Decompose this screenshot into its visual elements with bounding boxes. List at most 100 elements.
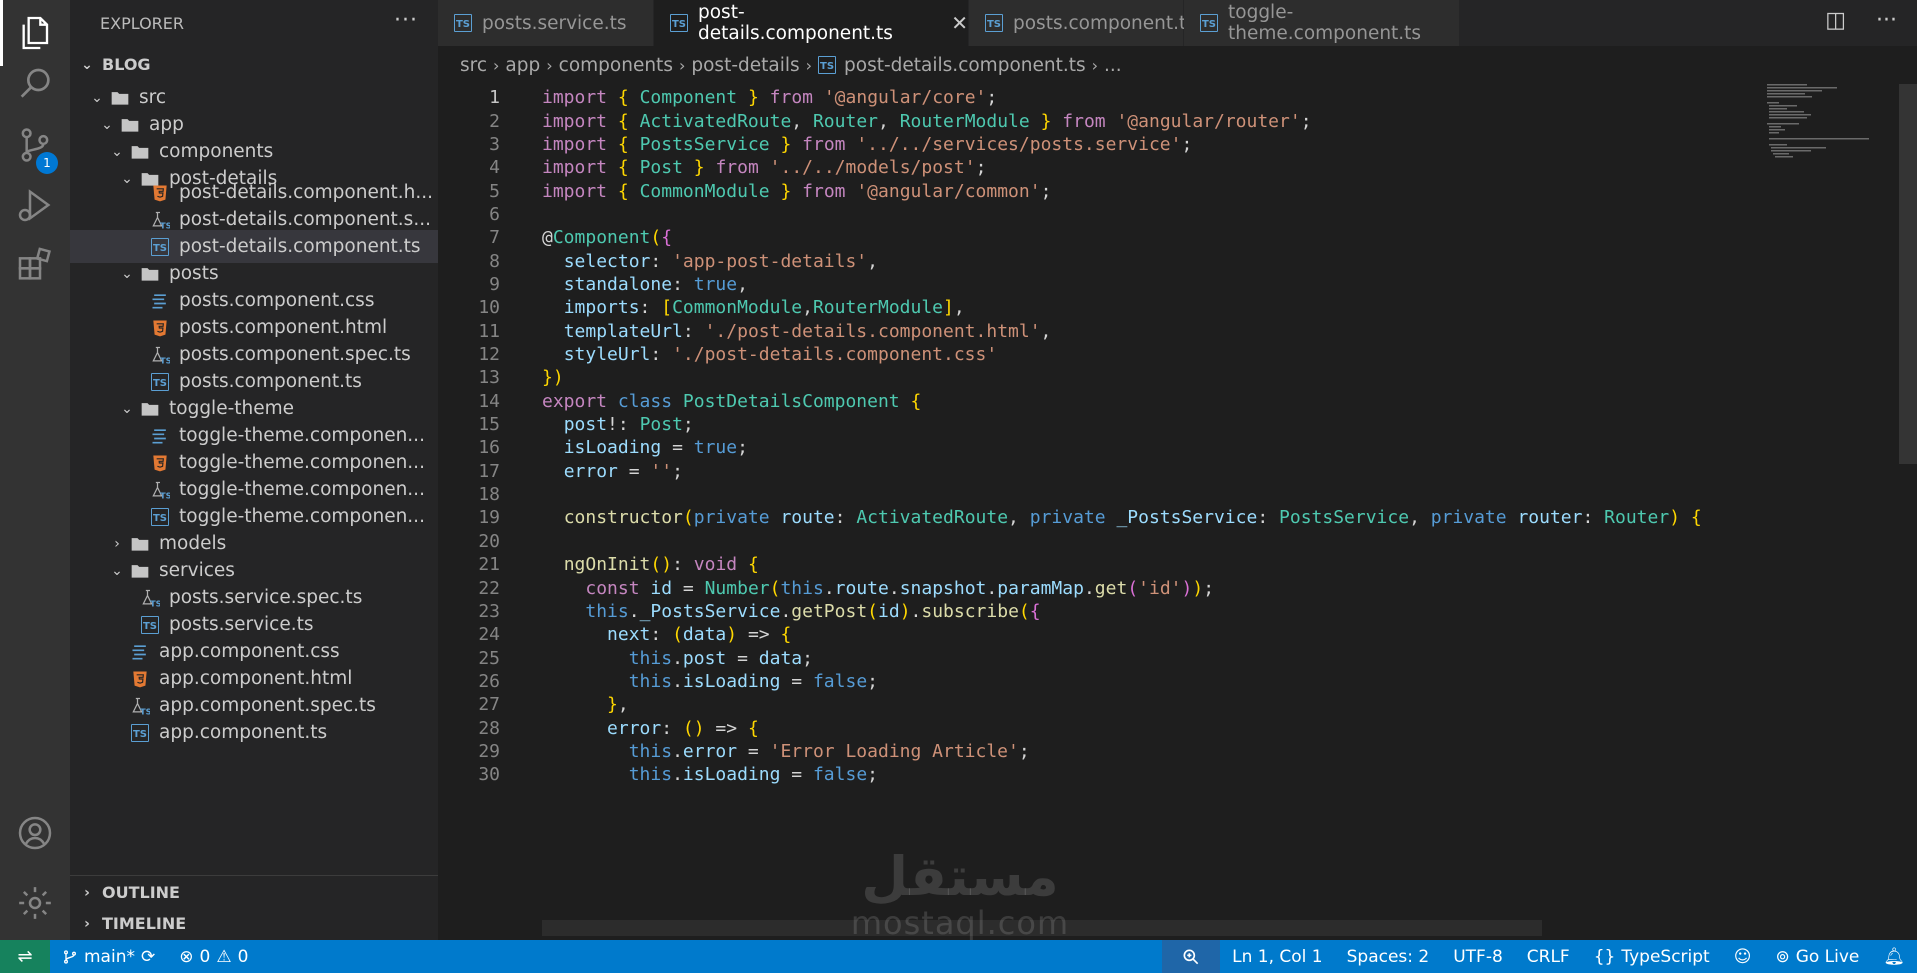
code-line[interactable]: 30 this.isLoading = false; (438, 763, 1778, 786)
chevron-right-icon: › (114, 535, 120, 552)
split-editor-icon[interactable]: ◫ (1825, 8, 1846, 33)
code-line[interactable]: 26 this.isLoading = false; (438, 670, 1778, 693)
code-line[interactable]: 11 templateUrl: './post-details.componen… (438, 320, 1778, 343)
test-file-icon: TS (150, 210, 170, 230)
error-icon: ⊗ (179, 946, 194, 967)
minimap[interactable] (1767, 84, 1887, 164)
code-line[interactable]: 3 import { PostsService } from '../../ser… (438, 133, 1778, 156)
tree-item-label: posts.component.html (179, 317, 388, 338)
folder-icon (120, 115, 140, 135)
breadcrumb-item[interactable]: components (559, 55, 673, 76)
code-line[interactable]: 13}) (438, 366, 1778, 389)
cursor-position[interactable]: Ln 1, Col 1 (1220, 940, 1335, 973)
breadcrumb-item[interactable]: app (505, 55, 540, 76)
tree-item-label: post-details.component.s... (179, 209, 431, 230)
tab-toggle-theme-component[interactable]: TS toggle-theme.component.ts (1184, 0, 1460, 46)
breadcrumb-item[interactable]: src (460, 55, 487, 76)
project-section-header[interactable]: ⌄ BLOG (70, 48, 438, 81)
settings-gear-icon[interactable] (0, 870, 70, 936)
code-line[interactable]: 12 styleUrl: './post-details.component.c… (438, 343, 1778, 366)
code-text: constructor(private route: ActivatedRout… (563, 507, 1702, 529)
file-item[interactable]: TS app.component.ts (70, 716, 438, 749)
encoding[interactable]: UTF-8 (1441, 940, 1515, 973)
code-line[interactable]: 21 ngOnInit(): void { (438, 553, 1778, 576)
branch-indicator[interactable]: main* ⟳ (50, 940, 167, 973)
line-number: 24 (478, 624, 500, 646)
line-number: 28 (478, 717, 500, 739)
problems-indicator[interactable]: ⊗ 0 ⚠ 0 (167, 940, 260, 973)
extensions-icon[interactable] (0, 232, 70, 298)
tab-post-details-component[interactable]: TS post-details.component.ts ✕ (654, 0, 969, 46)
code-line[interactable]: 9 standalone: true, (438, 273, 1778, 296)
tree-item-label: post-details.component.h... (179, 182, 434, 203)
search-icon[interactable] (0, 52, 70, 118)
code-editor[interactable]: 1 import { Component } from '@angular/cor… (438, 84, 1917, 940)
code-text: ngOnInit(): void { (563, 554, 759, 576)
code-line[interactable]: 23 this._PostsService.getPost(id).subscr… (438, 600, 1778, 623)
code-line[interactable]: 1 import { Component } from '@angular/cor… (438, 86, 1778, 109)
html-file-icon (150, 183, 170, 203)
breadcrumb-item[interactable]: ... (1104, 55, 1122, 76)
copilot-icon[interactable]: ☺ (1722, 940, 1764, 973)
scm-badge: 1 (36, 152, 58, 174)
code-text: imports: [CommonModule,RouterModule], (563, 297, 965, 319)
error-count: 0 (199, 946, 211, 967)
sync-icon[interactable]: ⟳ (141, 947, 155, 967)
code-text: standalone: true, (563, 273, 748, 295)
indentation[interactable]: Spaces: 2 (1335, 940, 1442, 973)
remote-icon[interactable]: ⇌ (0, 940, 50, 973)
more-actions-icon[interactable]: ··· (394, 8, 418, 33)
code-line[interactable]: 15 post!: Post; (438, 413, 1778, 436)
code-line[interactable]: 7 @Component({ (438, 226, 1778, 249)
folder-icon (130, 142, 150, 162)
tree-item-label: src (139, 87, 167, 108)
tree-item-label: app.component.css (159, 641, 340, 662)
more-actions-icon[interactable]: ··· (1876, 8, 1897, 33)
branch-name: main* (84, 946, 135, 967)
go-live-button[interactable]: ⊚ Go Live (1763, 940, 1871, 973)
code-line[interactable]: 16 isLoading = true; (438, 436, 1778, 459)
tab-posts-component[interactable]: TS posts.component.ts (969, 0, 1196, 46)
line-number: 16 (478, 437, 500, 459)
code-line[interactable]: 29 this.error = 'Error Loading Article'; (438, 740, 1778, 763)
code-line[interactable]: 28 error: () => { (438, 716, 1778, 739)
code-line[interactable]: 27 }, (438, 693, 1778, 716)
code-line[interactable]: 19 constructor(private route: ActivatedR… (438, 506, 1778, 529)
timeline-section[interactable]: › TIMELINE (70, 907, 438, 940)
account-icon[interactable] (0, 800, 70, 866)
code-line[interactable]: 14 export class PostDetailsComponent { (438, 390, 1778, 413)
code-text: templateUrl: './post-details.component.h… (563, 320, 1052, 342)
typescript-file-icon: TS (150, 507, 170, 527)
line-ending[interactable]: CRLF (1515, 940, 1582, 973)
language-mode[interactable]: {} TypeScript (1582, 940, 1722, 973)
notifications-bell-icon[interactable]: 🔔︎ (1871, 940, 1917, 973)
code-line[interactable]: 10 imports: [CommonModule,RouterModule], (438, 296, 1778, 319)
code-line[interactable]: 24 next: (data) => { (438, 623, 1778, 646)
css-file-icon (150, 426, 170, 446)
test-file-icon: TS (150, 345, 170, 365)
code-line[interactable]: 8 selector: 'app-post-details', (438, 249, 1778, 272)
svg-text:TS: TS (140, 706, 150, 716)
close-icon[interactable]: ✕ (951, 11, 968, 35)
zoom-icon[interactable] (1162, 940, 1221, 973)
chevron-right-icon: › (493, 55, 500, 75)
code-line[interactable]: 4 import { Post } from '../../models/post… (438, 156, 1778, 179)
code-line[interactable]: 22 const id = Number(this.route.snapshot… (438, 576, 1778, 599)
outline-section[interactable]: › OUTLINE (70, 876, 438, 909)
code-line[interactable]: 6 (438, 203, 1778, 226)
tree-item-label: app.component.ts (159, 722, 328, 743)
code-line[interactable]: 17 error = ''; (438, 460, 1778, 483)
vertical-scrollbar[interactable] (1899, 84, 1917, 464)
breadcrumb-item[interactable]: post-details (691, 55, 799, 76)
typescript-file-icon: TS (985, 14, 1003, 32)
tab-posts-service[interactable]: TS posts.service.ts (438, 0, 654, 46)
code-line[interactable]: 2 import { ActivatedRoute, Router, Router… (438, 109, 1778, 132)
breadcrumb-item[interactable]: post-details.component.ts (844, 55, 1086, 76)
code-line[interactable]: 20 (438, 530, 1778, 553)
chevron-right-icon: › (1091, 55, 1099, 75)
run-debug-icon[interactable] (0, 172, 70, 238)
source-control-icon[interactable]: 1 (0, 112, 70, 178)
code-line[interactable]: 5 import { CommonModule } from '@angular/… (438, 179, 1778, 202)
code-line[interactable]: 18 (438, 483, 1778, 506)
code-line[interactable]: 25 this.post = data; (438, 646, 1778, 669)
